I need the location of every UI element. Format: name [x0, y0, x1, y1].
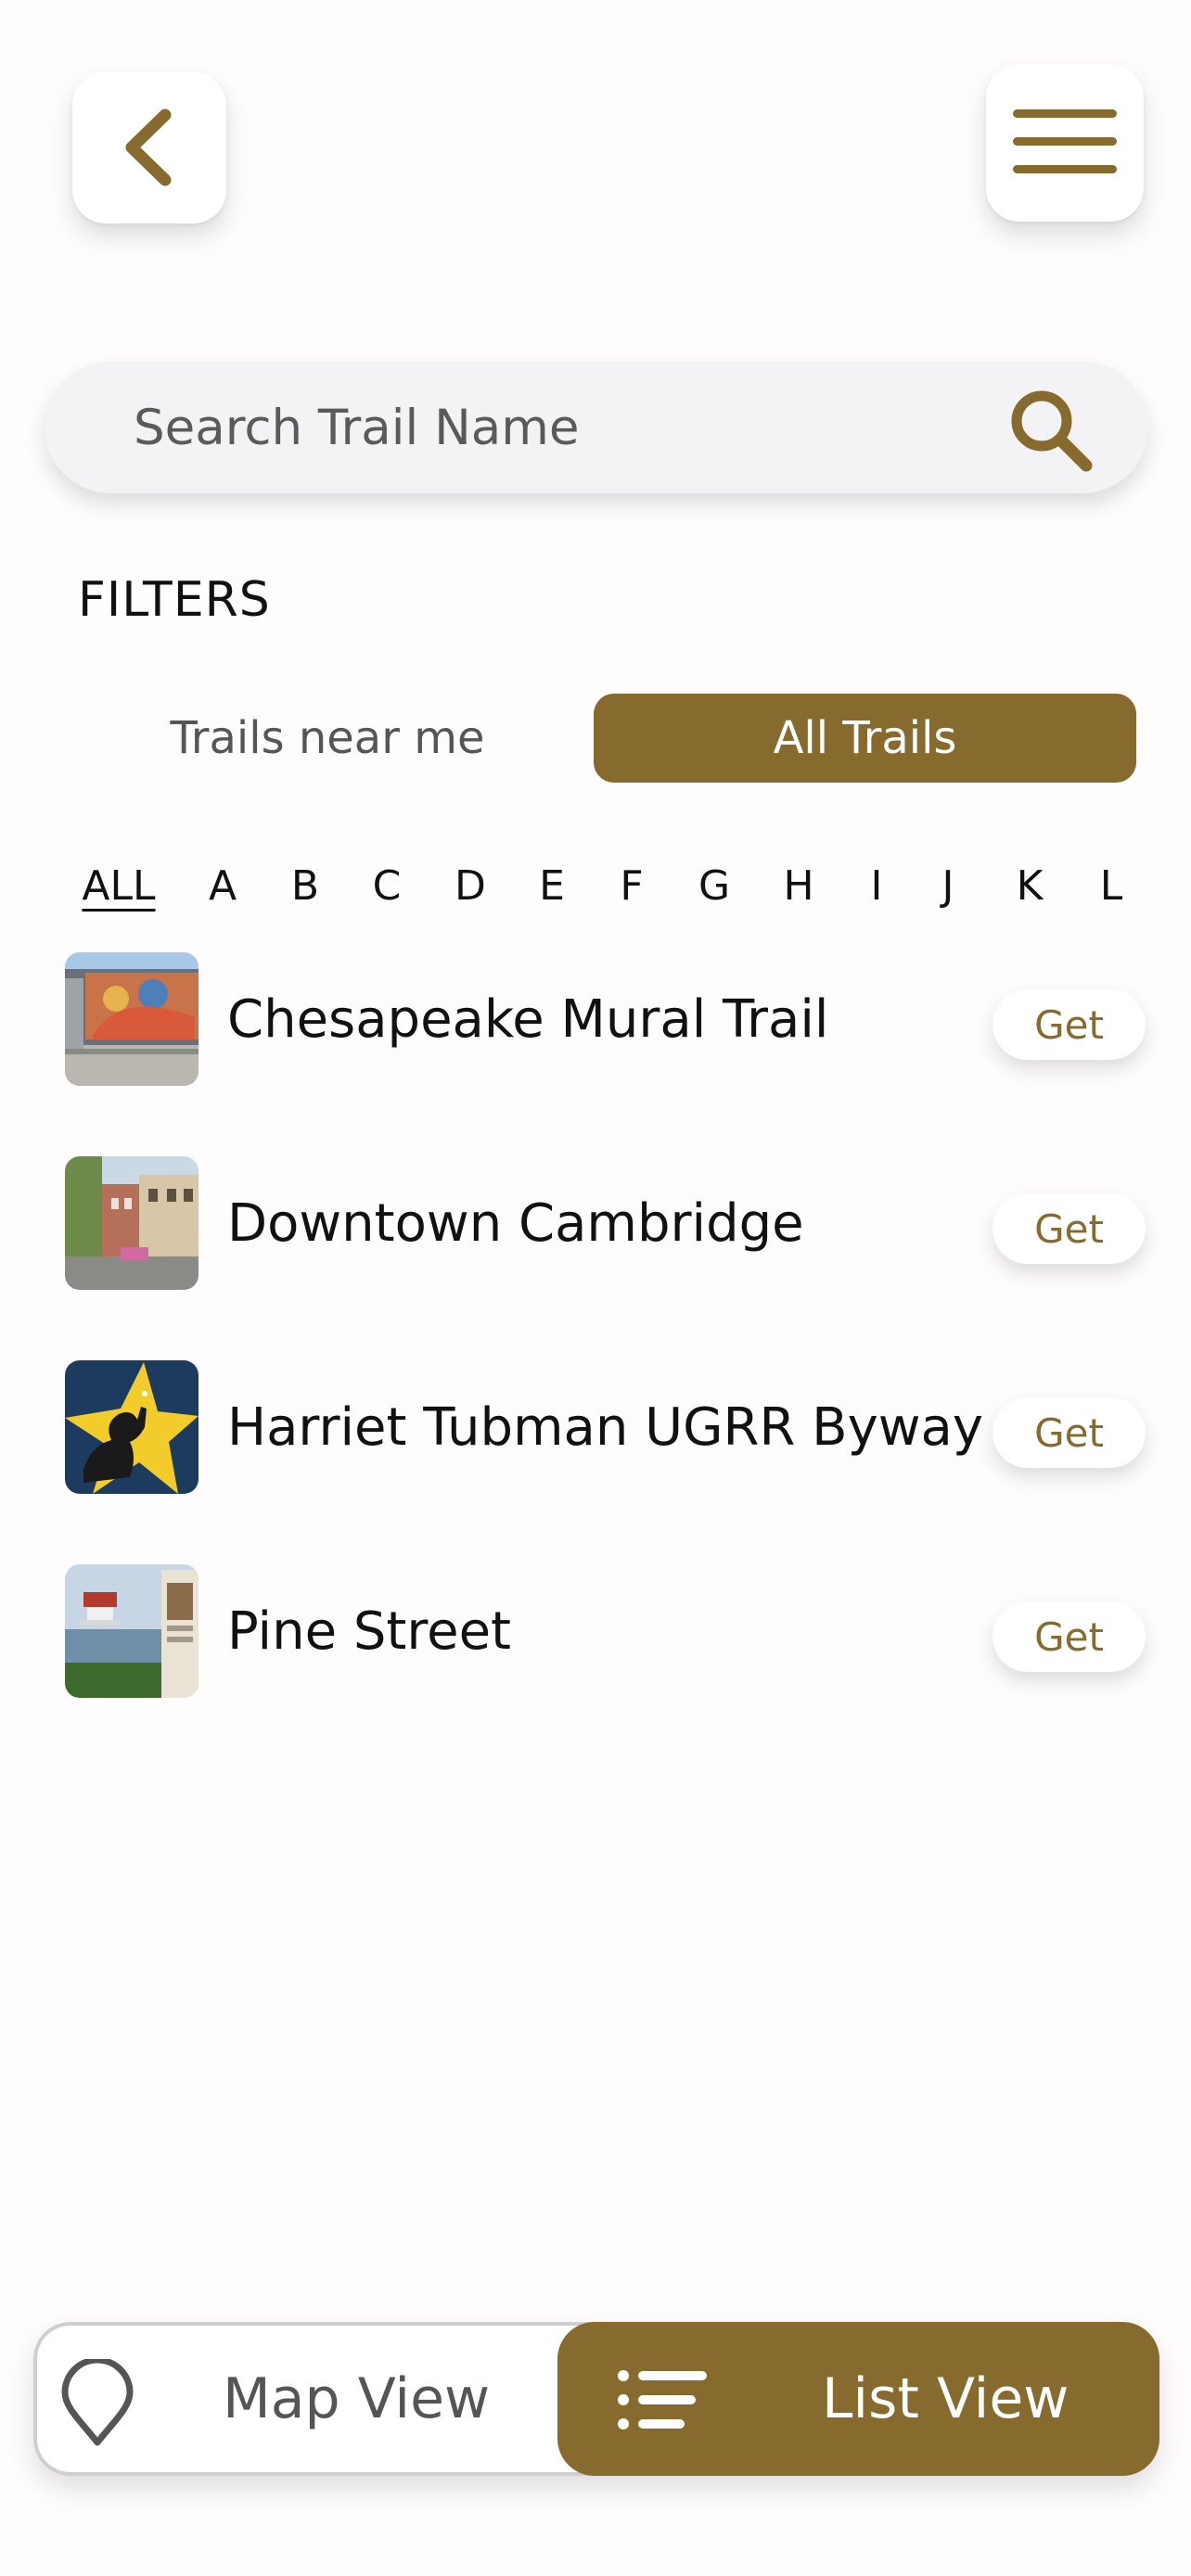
list-icon — [618, 2370, 707, 2429]
letter-b[interactable]: B — [273, 858, 338, 913]
letter-i[interactable]: I — [844, 858, 909, 913]
map-view-button[interactable]: Map View — [33, 2322, 590, 2476]
chevron-left-icon — [125, 108, 172, 186]
filters-heading: FILTERS — [78, 572, 271, 628]
list-view-label: List View — [822, 2366, 1069, 2431]
hamburger-menu-icon — [1013, 109, 1117, 173]
trails-page: FILTERS Trails near me All Trails ALL A … — [0, 0, 1191, 2576]
view-toggle: Map View List View — [33, 2322, 1159, 2476]
trail-thumbnail-mural — [65, 952, 198, 1086]
trail-thumbnail-pine-street — [65, 1564, 198, 1698]
menu-button[interactable] — [986, 64, 1144, 222]
filter-all-trails[interactable]: All Trails — [594, 694, 1136, 783]
trail-row[interactable]: Harriet Tubman UGRR Byway Get — [65, 1360, 1150, 1496]
trail-name: Downtown Cambridge — [227, 1192, 804, 1254]
letter-a[interactable]: A — [190, 858, 255, 913]
letter-f[interactable]: F — [599, 858, 664, 913]
letter-k[interactable]: K — [997, 858, 1062, 913]
map-view-label: Map View — [223, 2366, 491, 2431]
trail-thumbnail-downtown — [65, 1156, 198, 1290]
back-button[interactable] — [72, 71, 226, 223]
trail-name: Pine Street — [227, 1600, 512, 1662]
search-icon[interactable] — [1005, 384, 1097, 477]
get-button[interactable]: Get — [992, 1397, 1146, 1468]
letter-e[interactable]: E — [519, 858, 584, 913]
get-button[interactable]: Get — [992, 1601, 1146, 1672]
search-bar — [45, 362, 1148, 493]
letter-l[interactable]: L — [1079, 858, 1144, 913]
trail-name: Harriet Tubman UGRR Byway — [227, 1396, 983, 1458]
letter-h[interactable]: H — [766, 858, 831, 913]
get-button[interactable]: Get — [992, 989, 1146, 1060]
letter-j[interactable]: J — [916, 858, 980, 913]
get-button[interactable]: Get — [992, 1193, 1146, 1264]
trail-row[interactable]: Pine Street Get — [65, 1564, 1150, 1700]
letter-d[interactable]: D — [438, 858, 503, 913]
map-pin-icon — [61, 2359, 134, 2446]
filter-trails-near-me[interactable]: Trails near me — [109, 694, 545, 783]
letter-c[interactable]: C — [354, 858, 419, 913]
search-input[interactable] — [134, 362, 968, 493]
letter-g[interactable]: G — [682, 858, 747, 913]
list-view-button[interactable]: List View — [557, 2322, 1159, 2476]
trail-row[interactable]: Downtown Cambridge Get — [65, 1156, 1150, 1292]
trail-name: Chesapeake Mural Trail — [227, 988, 829, 1050]
letter-all[interactable]: ALL — [54, 858, 184, 913]
trail-thumbnail-tubman — [65, 1360, 198, 1494]
trail-row[interactable]: Chesapeake Mural Trail Get — [65, 952, 1150, 1088]
